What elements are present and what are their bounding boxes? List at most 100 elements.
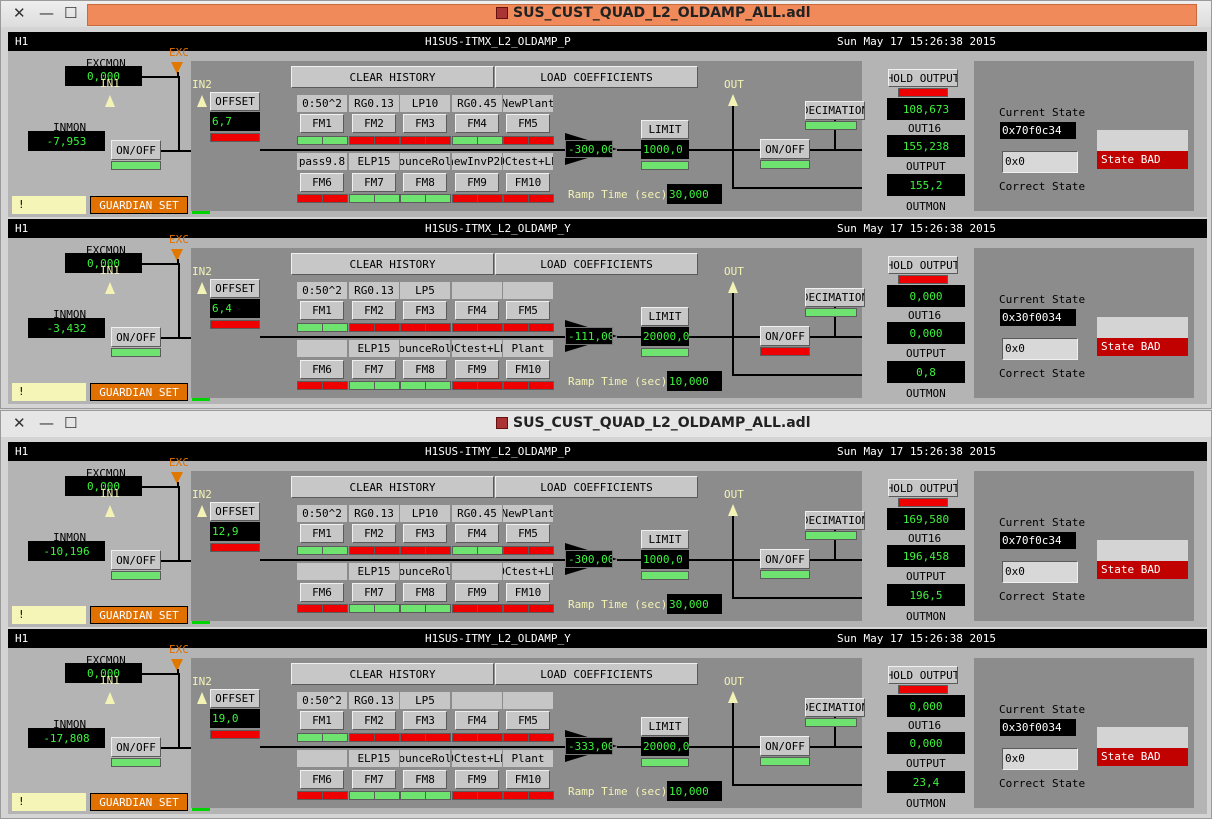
fm7-button[interactable]: FM7	[352, 770, 396, 789]
fm6-button[interactable]: FM6	[300, 770, 344, 789]
fm3-button[interactable]: FM3	[403, 524, 447, 543]
ramp-time-value[interactable]: 30,000	[667, 184, 722, 204]
clear-history-button[interactable]: CLEAR HISTORY	[291, 476, 494, 498]
gain-value[interactable]: -300,000	[565, 550, 613, 568]
offset-value[interactable]: 19,0	[210, 709, 260, 728]
fm2-button[interactable]: FM2	[352, 301, 396, 320]
fm8-button[interactable]: FM8	[403, 173, 447, 192]
fm10-button[interactable]: FM10	[506, 360, 550, 379]
fm9-button[interactable]: FM9	[455, 770, 499, 789]
load-coefficients-button[interactable]: LOAD COEFFICIENTS	[495, 663, 698, 685]
input-onoff-button[interactable]: ON/OFF	[111, 327, 161, 347]
hold-output-button[interactable]: HOLD OUTPUT	[888, 479, 958, 497]
alert-field[interactable]: !	[12, 196, 86, 214]
fm4-button[interactable]: FM4	[455, 301, 499, 320]
offset-button[interactable]: OFFSET	[210, 92, 260, 111]
fm5-button[interactable]: FM5	[506, 524, 550, 543]
fm10-button[interactable]: FM10	[506, 770, 550, 789]
fm9-button[interactable]: FM9	[455, 173, 499, 192]
fm8-button[interactable]: FM8	[403, 770, 447, 789]
fm6-button[interactable]: FM6	[300, 360, 344, 379]
fm1-button[interactable]: FM1	[300, 301, 344, 320]
offset-value[interactable]: 6,7	[210, 112, 260, 131]
fm10-button[interactable]: FM10	[506, 173, 550, 192]
correct-state-input[interactable]: 0x0	[1002, 748, 1078, 770]
fm4-button[interactable]: FM4	[455, 524, 499, 543]
correct-state-input[interactable]: 0x0	[1002, 338, 1078, 360]
output-onoff-button[interactable]: ON/OFF	[760, 736, 810, 756]
fm5-button[interactable]: FM5	[506, 711, 550, 730]
close-icon[interactable]: ✕	[13, 4, 26, 22]
limit-button[interactable]: LIMIT	[641, 307, 689, 326]
guardian-set-button[interactable]: GUARDIAN SET	[90, 793, 188, 811]
gain-value[interactable]: -300,000	[565, 140, 613, 158]
fm10-button[interactable]: FM10	[506, 583, 550, 602]
fm7-button[interactable]: FM7	[352, 583, 396, 602]
alert-field[interactable]: !	[12, 793, 86, 811]
offset-button[interactable]: OFFSET	[210, 279, 260, 298]
input-onoff-button[interactable]: ON/OFF	[111, 140, 161, 160]
fm6-button[interactable]: FM6	[300, 583, 344, 602]
maximize-icon[interactable]: ☐	[64, 414, 77, 432]
fm6-button[interactable]: FM6	[300, 173, 344, 192]
gain-value[interactable]: -111,000	[565, 327, 613, 345]
fm7-button[interactable]: FM7	[352, 173, 396, 192]
limit-button[interactable]: LIMIT	[641, 120, 689, 139]
correct-state-input[interactable]: 0x0	[1002, 151, 1078, 173]
gain-value[interactable]: -333,000	[565, 737, 613, 755]
ramp-time-value[interactable]: 10,000	[667, 781, 722, 801]
fm7-button[interactable]: FM7	[352, 360, 396, 379]
load-coefficients-button[interactable]: LOAD COEFFICIENTS	[495, 476, 698, 498]
limit-value[interactable]: 1000,0	[641, 140, 689, 159]
limit-button[interactable]: LIMIT	[641, 717, 689, 736]
load-coefficients-button[interactable]: LOAD COEFFICIENTS	[495, 253, 698, 275]
limit-value[interactable]: 20000,0	[641, 737, 689, 756]
correct-state-input[interactable]: 0x0	[1002, 561, 1078, 583]
output-onoff-button[interactable]: ON/OFF	[760, 549, 810, 569]
fm4-button[interactable]: FM4	[455, 114, 499, 133]
offset-value[interactable]: 12,9	[210, 522, 260, 541]
fm1-button[interactable]: FM1	[300, 114, 344, 133]
decimation-button[interactable]: DECIMATION	[805, 698, 865, 717]
fm8-button[interactable]: FM8	[403, 360, 447, 379]
fm3-button[interactable]: FM3	[403, 711, 447, 730]
fm9-button[interactable]: FM9	[455, 583, 499, 602]
fm2-button[interactable]: FM2	[352, 524, 396, 543]
minimize-icon[interactable]: —	[39, 4, 54, 22]
offset-button[interactable]: OFFSET	[210, 502, 260, 521]
fm5-button[interactable]: FM5	[506, 301, 550, 320]
alert-field[interactable]: !	[12, 606, 86, 624]
fm2-button[interactable]: FM2	[352, 711, 396, 730]
ramp-time-value[interactable]: 30,000	[667, 594, 722, 614]
fm5-button[interactable]: FM5	[506, 114, 550, 133]
limit-value[interactable]: 1000,0	[641, 550, 689, 569]
maximize-icon[interactable]: ☐	[64, 4, 77, 22]
guardian-set-button[interactable]: GUARDIAN SET	[90, 383, 188, 401]
fm3-button[interactable]: FM3	[403, 301, 447, 320]
hold-output-button[interactable]: HOLD OUTPUT	[888, 69, 958, 87]
output-onoff-button[interactable]: ON/OFF	[760, 326, 810, 346]
input-onoff-button[interactable]: ON/OFF	[111, 737, 161, 757]
decimation-button[interactable]: DECIMATION	[805, 511, 865, 530]
offset-value[interactable]: 6,4	[210, 299, 260, 318]
fm2-button[interactable]: FM2	[352, 114, 396, 133]
decimation-button[interactable]: DECIMATION	[805, 288, 865, 307]
hold-output-button[interactable]: HOLD OUTPUT	[888, 666, 958, 684]
hold-output-button[interactable]: HOLD OUTPUT	[888, 256, 958, 274]
fm4-button[interactable]: FM4	[455, 711, 499, 730]
limit-button[interactable]: LIMIT	[641, 530, 689, 549]
input-onoff-button[interactable]: ON/OFF	[111, 550, 161, 570]
clear-history-button[interactable]: CLEAR HISTORY	[291, 66, 494, 88]
limit-value[interactable]: 20000,0	[641, 327, 689, 346]
load-coefficients-button[interactable]: LOAD COEFFICIENTS	[495, 66, 698, 88]
close-icon[interactable]: ✕	[13, 414, 26, 432]
fm3-button[interactable]: FM3	[403, 114, 447, 133]
guardian-set-button[interactable]: GUARDIAN SET	[90, 196, 188, 214]
offset-button[interactable]: OFFSET	[210, 689, 260, 708]
output-onoff-button[interactable]: ON/OFF	[760, 139, 810, 159]
alert-field[interactable]: !	[12, 383, 86, 401]
fm1-button[interactable]: FM1	[300, 524, 344, 543]
guardian-set-button[interactable]: GUARDIAN SET	[90, 606, 188, 624]
fm8-button[interactable]: FM8	[403, 583, 447, 602]
clear-history-button[interactable]: CLEAR HISTORY	[291, 663, 494, 685]
